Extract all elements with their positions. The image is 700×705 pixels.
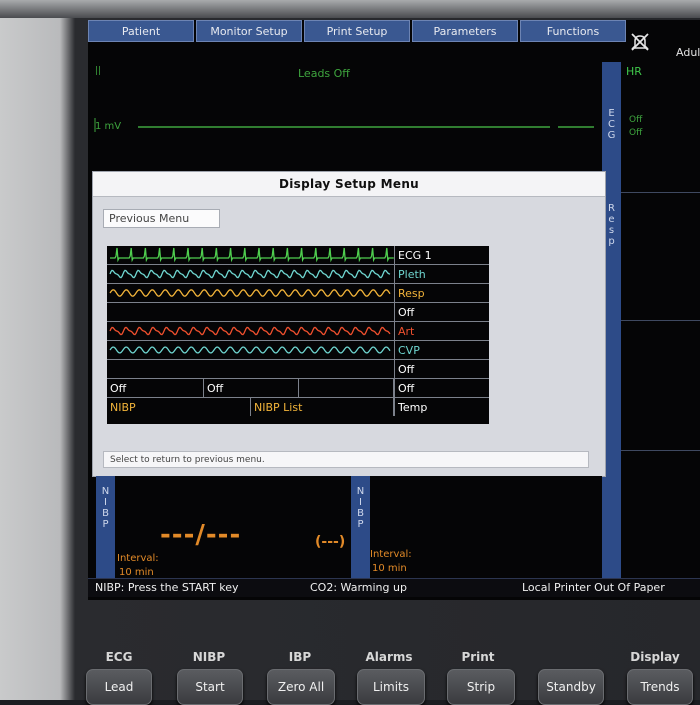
split-cell-3[interactable] xyxy=(299,379,394,397)
nibp-panel-left: ---/--- (---) Interval: 10 min xyxy=(115,476,351,587)
split-row-label[interactable]: Off xyxy=(394,379,489,397)
cvp-waveform xyxy=(109,346,391,354)
waveform-row: Pleth xyxy=(107,265,489,284)
key-group-print: Print xyxy=(461,650,495,664)
art-waveform xyxy=(109,326,391,336)
side-letter: p xyxy=(608,236,615,247)
tab-monitor-setup[interactable]: Monitor Setup xyxy=(196,20,302,42)
tab-parameters[interactable]: Parameters xyxy=(412,20,518,42)
hardware-key-row: ECG NIBP IBP Alarms Print Display Lead S… xyxy=(0,640,700,705)
hr-off-2: Off xyxy=(629,128,643,138)
nibp-list-cell[interactable]: NIBP List xyxy=(251,398,394,416)
ecg-waveform xyxy=(110,247,394,263)
waveform-row: Off xyxy=(107,360,489,379)
waveform-row-label[interactable]: CVP xyxy=(394,341,489,359)
patient-type-label: Adul xyxy=(676,46,700,59)
waveform-preview[interactable] xyxy=(107,303,394,321)
waveform-row-label[interactable]: Pleth xyxy=(394,265,489,283)
waveform-preview[interactable] xyxy=(107,360,394,378)
hr-off-1: Off xyxy=(629,115,643,125)
menu-tab-bar: Patient Monitor Setup Print Setup Parame… xyxy=(88,20,626,42)
monitor-screen: Patient Monitor Setup Print Setup Parame… xyxy=(88,20,700,600)
key-group-alarms: Alarms xyxy=(365,650,413,664)
nibp-interval-label: Interval: xyxy=(117,553,159,564)
co2-status-message: CO2: Warming up xyxy=(310,581,407,594)
side-letter: C xyxy=(608,119,615,130)
side-letter: B xyxy=(357,508,364,519)
nibp-cell[interactable]: NIBP xyxy=(107,398,251,416)
side-letter: e xyxy=(608,214,615,225)
split-row: Off Off Off xyxy=(107,379,489,398)
waveform-row-label[interactable]: Off xyxy=(394,303,489,321)
pleth-waveform xyxy=(109,269,391,279)
bezel-top-edge xyxy=(0,0,700,18)
leads-off-label: Leads Off xyxy=(298,67,350,80)
side-letter: I xyxy=(359,497,362,508)
waveform-row: Resp xyxy=(107,284,489,303)
side-letter: B xyxy=(102,508,109,519)
waveform-row-label[interactable]: Off xyxy=(394,360,489,378)
key-group-ecg: ECG xyxy=(105,650,133,664)
waveform-row-label[interactable]: Resp xyxy=(394,284,489,302)
nibp-mean: (---) xyxy=(315,534,346,550)
split-cell-2[interactable]: Off xyxy=(204,379,299,397)
nibp-side-label-right[interactable]: N I B P xyxy=(351,476,370,587)
waveform-row: Off xyxy=(107,303,489,322)
side-letter: I xyxy=(104,497,107,508)
nibp-value: ---/--- xyxy=(160,520,242,550)
divider xyxy=(621,320,700,321)
key-group-nibp: NIBP xyxy=(192,650,226,664)
side-letter: P xyxy=(357,519,364,530)
alarm-silenced-icon[interactable] xyxy=(629,31,651,53)
divider xyxy=(621,192,700,193)
nibp-panel-right: Interval: 10 min xyxy=(370,476,602,587)
nibp-side-label-left[interactable]: N I B P xyxy=(96,476,115,587)
side-letter: s xyxy=(608,225,615,236)
dialog-body: Previous Menu ECG 1 Pleth Resp Off Art CVP Off… xyxy=(93,197,605,476)
nibp-status-message: NIBP: Press the START key xyxy=(95,581,239,594)
ecg-flat-line xyxy=(94,118,594,132)
key-group-ibp: IBP xyxy=(288,650,312,664)
side-letter: R xyxy=(608,203,615,214)
waveform-preview[interactable] xyxy=(107,341,394,359)
waveform-preview[interactable] xyxy=(107,322,394,340)
side-letter: G xyxy=(607,130,616,141)
waveform-layout-grid: ECG 1 Pleth Resp Off Art CVP Off Off Off Off N… xyxy=(107,246,489,424)
hr-label: HR xyxy=(626,65,642,78)
ecg-marker: || xyxy=(95,66,102,76)
key-group-display: Display xyxy=(630,650,680,664)
tab-functions[interactable]: Functions xyxy=(520,20,626,42)
waveform-preview[interactable] xyxy=(107,284,394,302)
side-letter: N xyxy=(101,486,110,497)
dialog-title: Display Setup Menu xyxy=(93,172,605,197)
temp-cell[interactable]: Temp xyxy=(394,398,489,416)
nibp-right-interval-label: Interval: xyxy=(370,549,412,560)
resp-waveform xyxy=(109,289,391,297)
side-letter: N xyxy=(356,486,365,497)
waveform-row: CVP xyxy=(107,341,489,360)
waveform-row-label[interactable]: Art xyxy=(394,322,489,340)
printer-status-message: Local Printer Out Of Paper xyxy=(522,581,665,594)
waveform-preview[interactable] xyxy=(107,265,394,283)
waveform-preview[interactable] xyxy=(107,246,394,264)
divider xyxy=(621,450,700,451)
waveform-row: ECG 1 xyxy=(107,246,489,265)
previous-menu-button[interactable]: Previous Menu xyxy=(103,209,220,228)
side-letter: P xyxy=(102,519,109,530)
waveform-row-label[interactable]: ECG 1 xyxy=(394,246,489,264)
split-cell-1[interactable]: Off xyxy=(107,379,204,397)
tab-print-setup[interactable]: Print Setup xyxy=(304,20,410,42)
side-letter: E xyxy=(608,108,615,119)
tab-patient[interactable]: Patient xyxy=(88,20,194,42)
status-message-bar: NIBP: Press the START key CO2: Warming u… xyxy=(88,578,700,597)
nibp-row: NIBP NIBP List Temp xyxy=(107,398,489,417)
display-setup-dialog: Display Setup Menu Previous Menu ECG 1 Pl… xyxy=(92,171,606,477)
nibp-right-interval-value: 10 min xyxy=(372,563,407,574)
waveform-row: Art xyxy=(107,322,489,341)
dialog-help-text: Select to return to previous menu. xyxy=(103,451,589,468)
